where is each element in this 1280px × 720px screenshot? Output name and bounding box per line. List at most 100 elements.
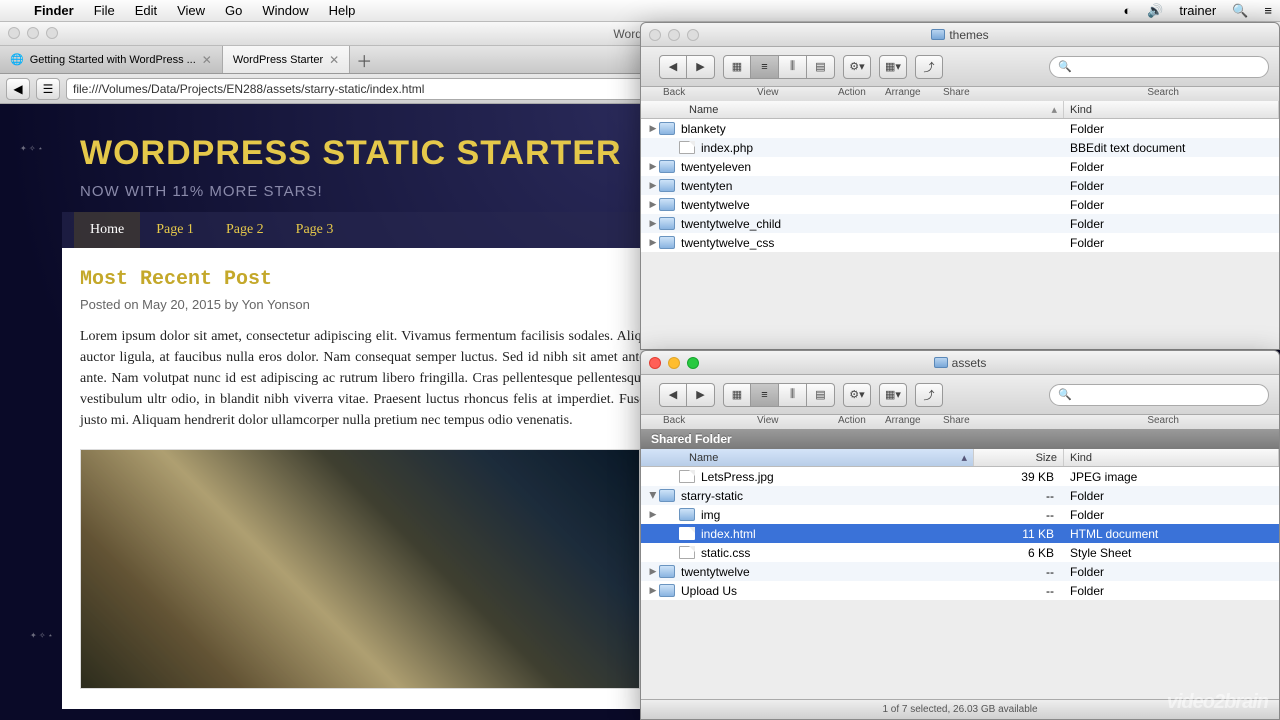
col-name[interactable]: Name▴ <box>641 101 1064 118</box>
toolbar-label: Action <box>838 87 866 98</box>
window-zoom[interactable] <box>687 29 699 41</box>
file-row[interactable]: ▶blanketyFolder <box>641 119 1279 138</box>
file-name: static.css <box>699 546 974 560</box>
nav-page3[interactable]: Page 3 <box>280 212 350 248</box>
file-row[interactable]: index.html11 KBHTML document <box>641 524 1279 543</box>
file-kind: Folder <box>1064 198 1279 212</box>
safari-tab-1[interactable]: WordPress Starter ✕ <box>223 46 350 73</box>
col-size[interactable]: Size <box>974 449 1064 466</box>
finder-titlebar[interactable]: assets <box>641 351 1279 375</box>
menubar-user[interactable]: trainer <box>1171 3 1224 18</box>
folder-icon <box>679 508 695 521</box>
file-row[interactable]: ▶twentytenFolder <box>641 176 1279 195</box>
share-button[interactable]: ⤴ <box>915 55 943 79</box>
disclosure-triangle[interactable]: ▶ <box>647 566 659 577</box>
window-zoom[interactable] <box>687 357 699 369</box>
forward-button[interactable]: ▶ <box>687 383 715 407</box>
menu-icon[interactable]: ≡ <box>1256 3 1280 18</box>
view-icon-button[interactable]: ▦ <box>723 383 751 407</box>
file-row[interactable]: ▶Upload Us--Folder <box>641 581 1279 600</box>
disclosure-triangle[interactable]: ▶ <box>647 199 659 210</box>
window-close[interactable] <box>649 357 661 369</box>
disclosure-triangle[interactable]: ▶ <box>647 123 659 134</box>
col-kind[interactable]: Kind <box>1064 449 1279 466</box>
file-kind: Folder <box>1064 160 1279 174</box>
menu-window[interactable]: Window <box>252 3 318 18</box>
window-minimize[interactable] <box>668 29 680 41</box>
toolbar-label: Search <box>1147 415 1179 426</box>
disclosure-triangle[interactable]: ▶ <box>647 237 659 248</box>
arrange-button[interactable]: ▦▾ <box>879 55 907 79</box>
menu-edit[interactable]: Edit <box>125 3 167 18</box>
safari-tab-0[interactable]: 🌐 Getting Started with WordPress ... ✕ <box>0 46 223 73</box>
safari-zoom[interactable] <box>46 27 58 39</box>
action-button[interactable]: ⚙▾ <box>843 55 871 79</box>
disclosure-triangle[interactable]: ▶ <box>647 509 659 520</box>
finder-search[interactable]: 🔍 <box>1049 56 1269 78</box>
file-kind: Folder <box>1064 217 1279 231</box>
safari-close[interactable] <box>8 27 20 39</box>
view-icon-button[interactable]: ▦ <box>723 55 751 79</box>
watermark: video2brain <box>1167 691 1268 714</box>
file-row[interactable]: ▶ twentytwelve_childFolder <box>641 214 1279 233</box>
file-kind: Folder <box>1064 122 1279 136</box>
back-button[interactable]: ◀ <box>6 78 30 100</box>
finder-search[interactable]: 🔍 <box>1049 384 1269 406</box>
file-row[interactable]: static.css6 KBStyle Sheet <box>641 543 1279 562</box>
file-size: -- <box>974 508 1064 522</box>
col-kind[interactable]: Kind <box>1064 101 1279 118</box>
safari-minimize[interactable] <box>27 27 39 39</box>
finder-title: themes <box>949 28 988 42</box>
file-list: ▶blanketyFolderindex.phpBBEdit text docu… <box>641 119 1279 252</box>
disclosure-triangle[interactable]: ▶ <box>648 490 659 502</box>
menu-file[interactable]: File <box>84 3 125 18</box>
file-kind: Folder <box>1064 584 1279 598</box>
menu-go[interactable]: Go <box>215 3 252 18</box>
window-minimize[interactable] <box>668 357 680 369</box>
file-name: twentytwelve_child <box>679 217 1064 231</box>
col-name[interactable]: Name▴ <box>641 449 974 466</box>
nav-page2[interactable]: Page 2 <box>210 212 280 248</box>
disclosure-triangle[interactable]: ▶ <box>647 161 659 172</box>
view-list-button[interactable]: ≡ <box>751 383 779 407</box>
new-tab-button[interactable]: ＋ <box>350 46 378 73</box>
window-close[interactable] <box>649 29 661 41</box>
arrange-button[interactable]: ▦▾ <box>879 383 907 407</box>
nav-page1[interactable]: Page 1 <box>140 212 210 248</box>
reader-button[interactable]: ☰ <box>36 78 60 100</box>
file-row[interactable]: LetsPress.jpg39 KBJPEG image <box>641 467 1279 486</box>
menu-app[interactable]: Finder <box>24 3 84 18</box>
view-cover-button[interactable]: ▤ <box>807 383 835 407</box>
file-row[interactable]: index.phpBBEdit text document <box>641 138 1279 157</box>
file-row[interactable]: ▶twentytwelve--Folder <box>641 562 1279 581</box>
disclosure-triangle[interactable]: ▶ <box>647 585 659 596</box>
volume-icon[interactable]: 🔊 <box>1139 3 1171 19</box>
tab-close-icon[interactable]: ✕ <box>329 53 339 67</box>
tab-close-icon[interactable]: ✕ <box>202 53 212 67</box>
nav-home[interactable]: Home <box>74 212 140 248</box>
view-column-button[interactable]: ⫼ <box>779 383 807 407</box>
file-row[interactable]: ▶twentytwelveFolder <box>641 195 1279 214</box>
file-name: twentytwelve <box>679 565 974 579</box>
file-row[interactable]: ▶twentytwelve_cssFolder <box>641 233 1279 252</box>
view-cover-button[interactable]: ▤ <box>807 55 835 79</box>
status-icon[interactable]: ◐ <box>1115 3 1139 18</box>
file-name: twentytwelve_css <box>679 236 1064 250</box>
menu-view[interactable]: View <box>167 3 215 18</box>
file-row[interactable]: ▶twentyelevenFolder <box>641 157 1279 176</box>
view-column-button[interactable]: ⫼ <box>779 55 807 79</box>
action-button[interactable]: ⚙▾ <box>843 383 871 407</box>
disclosure-triangle[interactable]: ▶ <box>647 180 659 191</box>
finder-titlebar[interactable]: themes <box>641 23 1279 47</box>
share-button[interactable]: ⤴ <box>915 383 943 407</box>
file-row[interactable]: ▶starry-static--Folder <box>641 486 1279 505</box>
file-kind: Folder <box>1064 508 1279 522</box>
disclosure-triangle[interactable]: ▶ <box>647 218 659 229</box>
menu-help[interactable]: Help <box>319 3 366 18</box>
back-button[interactable]: ◀ <box>659 383 687 407</box>
spotlight-icon[interactable]: 🔍 <box>1224 3 1256 19</box>
view-list-button[interactable]: ≡ <box>751 55 779 79</box>
forward-button[interactable]: ▶ <box>687 55 715 79</box>
back-button[interactable]: ◀ <box>659 55 687 79</box>
file-row[interactable]: ▶img--Folder <box>641 505 1279 524</box>
